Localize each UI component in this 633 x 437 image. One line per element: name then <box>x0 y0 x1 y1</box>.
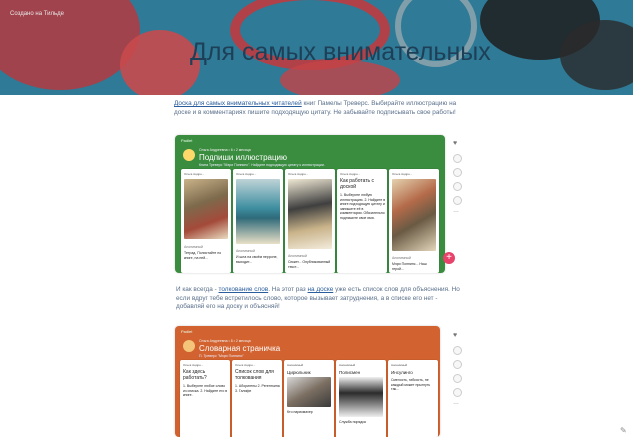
comment-author: Анонимный <box>184 245 203 249</box>
banner-decoration <box>560 20 633 90</box>
card-author: Анонимный <box>287 363 304 367</box>
card-author: Ольга Андре... <box>183 363 204 367</box>
board-avatar <box>183 149 195 161</box>
padlet-label: Padlet <box>181 329 193 334</box>
post-card[interactable]: Ольга Андре... Как здесь работать? 1. Вы… <box>180 360 230 437</box>
more-icon[interactable]: … <box>453 400 460 407</box>
board-subtitle: Книга Треверс "Мэри Поппинс". Найдите по… <box>199 163 325 167</box>
board-meta: Ольга Андреевна • 8 • 2 месяца <box>199 339 251 343</box>
post-card[interactable]: Ольга Андре... Анонимный Сюжет... Опубли… <box>285 169 335 273</box>
board-title: Словарная страничка <box>199 344 281 353</box>
add-post-button[interactable]: + <box>443 252 455 264</box>
post-card[interactable]: Анонимный Инсулинго Смелость, гибкость, … <box>388 360 438 437</box>
heart-icon[interactable]: ♥ <box>453 332 460 339</box>
download-icon[interactable] <box>453 374 462 383</box>
card-body: 1. Выберите любое слово из списка. 2. На… <box>183 384 228 398</box>
card-title: Цирюльник <box>287 370 311 375</box>
card-author: Ольга Андре... <box>236 172 257 176</box>
card-title: Список слов для толкования <box>235 369 274 381</box>
illustration-image <box>288 179 332 249</box>
card-author: Ольга Андре... <box>184 172 205 176</box>
card-body: 1. Аборигены 2. Регенткина 3. Галифе <box>235 384 280 393</box>
vocabulary-paragraph: И как всегда - толкование слов. На этот … <box>176 286 460 310</box>
padlet-label: Padlet <box>181 138 193 143</box>
intro-paragraph: Доска для самых внимательных читателей к… <box>174 100 457 116</box>
illustration-image <box>236 179 280 244</box>
card-author: Анонимный <box>339 363 356 367</box>
comment-author: Анонимный <box>392 256 411 260</box>
card-title: Как здесь работать? <box>183 369 207 381</box>
fullscreen-icon[interactable] <box>453 196 462 205</box>
board-link-2[interactable]: на доске <box>308 286 334 293</box>
image-caption: Служба порядка <box>339 420 366 424</box>
site-brand[interactable]: Создано на Тильде <box>10 11 64 17</box>
page-title: Для самых внимательных <box>190 38 491 66</box>
image-caption: Кто парикмахер <box>287 410 313 414</box>
card-title: Полисмен <box>339 370 361 375</box>
card-author: Ольга Андре... <box>340 172 361 176</box>
word-image <box>339 377 383 417</box>
card-author: Анонимный <box>391 363 408 367</box>
share-icon[interactable] <box>453 346 462 355</box>
copy-icon[interactable] <box>453 360 462 369</box>
post-card[interactable]: Ольга Андре... Анонимный Тетрад. Полиста… <box>181 169 231 273</box>
fullscreen-icon[interactable] <box>453 388 462 397</box>
illustration-image <box>184 179 228 239</box>
banner-decoration <box>120 30 200 95</box>
copy-icon[interactable] <box>453 168 462 177</box>
board-link[interactable]: Доска для самых внимательных читателей <box>174 100 302 107</box>
comment-text: Мэри Поппинс... Наш герой... <box>392 262 427 271</box>
card-author: Ольга Андре... <box>235 363 256 367</box>
comment-text: Тетрад. Полистайте по книге, на ней... <box>184 251 222 260</box>
board-meta: Ольга Андреевна • 6 • 2 месяца <box>199 148 251 152</box>
padlet-embed-dictionary[interactable]: Padlet Ольга Андреевна • 8 • 2 месяца Сл… <box>175 326 440 437</box>
header-banner: Создано на Тильде Для самых внимательных <box>0 0 633 95</box>
heart-icon[interactable]: ♥ <box>453 140 460 147</box>
card-title: Как работать с доской <box>340 178 375 190</box>
illustration-image <box>392 179 436 251</box>
comment-author: Анонимный <box>288 254 307 258</box>
comment-author: Анонимный <box>236 249 255 253</box>
card-author: Ольга Андре... <box>288 172 309 176</box>
edit-icon[interactable]: ✎ <box>620 426 627 435</box>
share-icon[interactable] <box>453 154 462 163</box>
post-card[interactable]: Ольга Андре... Список слов для толковани… <box>232 360 282 437</box>
board-avatar <box>183 340 195 352</box>
card-author: Ольга Андре... <box>392 172 413 176</box>
comment-text: Сюжет... Опубликованный текст... <box>288 260 331 269</box>
card-body: Смелость, гибкость, не каждый может прыг… <box>391 378 431 392</box>
word-image <box>287 377 331 407</box>
post-card[interactable]: Ольга Андре... Анонимный И шла на своём … <box>233 169 283 273</box>
vocabulary-link[interactable]: толкование слов <box>219 286 269 293</box>
post-card[interactable]: Анонимный Цирюльник Кто парикмахер <box>284 360 334 437</box>
padlet-embed-illustrations[interactable]: Padlet Ольга Андреевна • 6 • 2 месяца По… <box>175 135 445 273</box>
post-card[interactable]: Анонимный Полисмен Служба порядка <box>336 360 386 437</box>
post-card[interactable]: Ольга Андре... Анонимный Мэри Поппинс...… <box>389 169 439 273</box>
download-icon[interactable] <box>453 182 462 191</box>
board-title: Подпиши иллюстрацию <box>199 153 288 162</box>
card-body: 1. Выберите любую иллюстрацию. 2. Найдит… <box>340 193 386 220</box>
card-title: Инсулинго <box>391 370 413 375</box>
post-card[interactable]: Ольга Андре... Как работать с доской 1. … <box>337 169 387 273</box>
more-icon[interactable]: … <box>453 208 460 215</box>
board-subtitle: П. Треверс "Мэри Поппинс" <box>199 354 244 358</box>
comment-text: И шла на своём перроне, выходит... <box>236 255 278 264</box>
